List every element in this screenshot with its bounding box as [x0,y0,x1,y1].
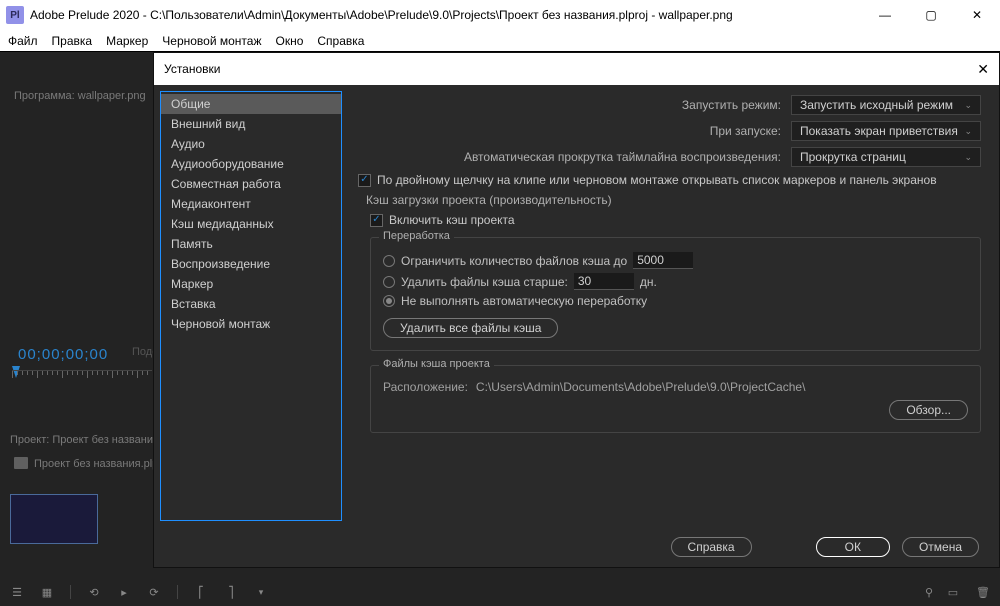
dialog-titlebar: Установки ✕ [154,53,999,85]
chevron-down-icon: ⌄ [964,152,972,163]
scroll-dropdown[interactable]: Прокрутка страниц ⌄ [791,147,981,167]
launch-mode-dropdown[interactable]: Запустить исходный режим ⌄ [791,95,981,115]
prev-icon[interactable]: ⟲ [87,585,101,599]
noauto-label: Не выполнять автоматическую переработку [401,294,647,308]
list-view-icon[interactable]: ☰ [10,585,24,599]
delete-all-button[interactable]: Удалить все файлы кэша [383,318,558,338]
category-list: ОбщиеВнешний видАудиоАудиооборудованиеСо… [160,91,342,521]
cache-section-label: Кэш загрузки проекта (производительность… [366,193,981,207]
app-body: Программа: wallpaper.png онт... ⌕ 00;00;… [0,52,1000,606]
minimize-button[interactable]: — [862,0,908,30]
link-icon[interactable]: ⚲ [922,585,936,599]
next-icon[interactable]: ⟳ [147,585,161,599]
category-item[interactable]: Вставка [161,294,341,314]
dialog-title-text: Установки [164,62,220,76]
timecode-display[interactable]: 00;00;00;00 [18,346,108,363]
ok-button[interactable]: ОК [816,537,890,557]
divider [70,585,71,599]
enable-cache-checkbox[interactable] [370,214,383,227]
dblclick-checkbox[interactable] [358,174,371,187]
browse-button[interactable]: Обзор... [889,400,968,420]
chevron-down-icon: ⌄ [964,126,972,137]
project-panel-label: Проект: Проект без названи [10,434,153,446]
dblclick-label: По двойному щелчку на клипе или черновом… [377,173,937,187]
close-button[interactable]: ✕ [954,0,1000,30]
mark-in-icon[interactable]: ⎡ [194,585,208,599]
limit-label: Ограничить количество файлов кэша до [401,254,627,268]
timeline-ruler[interactable] [12,370,152,384]
older-radio[interactable] [383,276,395,288]
window-title: Adobe Prelude 2020 - C:\Пользователи\Adm… [30,8,862,22]
titlebar: Pl Adobe Prelude 2020 - C:\Пользователи\… [0,0,1000,30]
preferences-dialog: Установки ✕ ОбщиеВнешний видАудиоАудиооб… [153,52,1000,568]
older-unit: дн. [640,275,657,289]
cachefiles-legend: Файлы кэша проекта [379,358,494,370]
category-content: Запустить режим: Запустить исходный режи… [348,85,999,527]
divider [177,585,178,599]
startup-dropdown[interactable]: Показать экран приветствия ⌄ [791,121,981,141]
older-input[interactable] [574,273,634,290]
play-icon[interactable]: ▸ [117,585,131,599]
category-item[interactable]: Кэш медиаданных [161,214,341,234]
help-button[interactable]: Справка [671,537,752,557]
category-item[interactable]: Черновой монтаж [161,314,341,334]
dialog-body: ОбщиеВнешний видАудиоАудиооборудованиеСо… [154,85,999,527]
category-item[interactable]: Аудиооборудование [161,154,341,174]
trash-icon[interactable]: 🗑 [976,585,990,599]
menu-window[interactable]: Окно [276,34,304,48]
mark-out-icon[interactable]: ⎤ [224,585,238,599]
scroll-label: Автоматическая прокрутка таймлайна воспр… [464,150,781,164]
location-value: C:\Users\Admin\Documents\Adobe\Prelude\9… [476,380,806,394]
bin-icon[interactable]: ▭ [946,585,960,599]
category-item[interactable]: Маркер [161,274,341,294]
category-item[interactable]: Внешний вид [161,114,341,134]
menu-help[interactable]: Справка [317,34,364,48]
launch-mode-label: Запустить режим: [682,98,781,112]
location-label: Расположение: [383,380,468,394]
startup-label: При запуске: [710,124,781,138]
recycle-fieldset: Переработка Ограничить количество файлов… [370,237,981,351]
category-item[interactable]: Медиаконтент [161,194,341,214]
category-item[interactable]: Совместная работа [161,174,341,194]
category-item[interactable]: Память [161,234,341,254]
category-item[interactable]: Общие [161,94,341,114]
enable-cache-label: Включить кэш проекта [389,213,515,227]
bottom-toolbar: ☰ ▦ ⟲ ▸ ⟳ ⎡ ⎤ ▾ ⚲ ▭ 🗑 [0,578,1000,606]
dialog-footer: Справка ОК Отмена [154,527,999,567]
thumbnail-view-icon[interactable]: ▦ [40,585,54,599]
launch-mode-value: Запустить исходный режим [800,98,953,112]
scroll-value: Прокрутка страниц [800,150,906,164]
limit-radio[interactable] [383,255,395,267]
program-panel-label: Программа: wallpaper.png [14,90,146,102]
menu-edit[interactable]: Правка [52,34,93,48]
menu-marker[interactable]: Маркер [106,34,148,48]
cachefiles-fieldset: Файлы кэша проекта Расположение: C:\User… [370,365,981,433]
startup-value: Показать экран приветствия [800,124,958,138]
menubar: Файл Правка Маркер Черновой монтаж Окно … [0,30,1000,52]
dialog-close-button[interactable]: ✕ [977,61,989,78]
older-label: Удалить файлы кэша старше: [401,275,568,289]
category-item[interactable]: Воспроизведение [161,254,341,274]
noauto-radio[interactable] [383,295,395,307]
project-file-label[interactable]: Проект без названия.plp [34,458,158,470]
window-controls: — ▢ ✕ [862,0,1000,30]
app-icon: Pl [6,6,24,24]
chevron-down-icon[interactable]: ▾ [254,585,268,599]
menu-roughcut[interactable]: Черновой монтаж [162,34,261,48]
category-item[interactable]: Аудио [161,134,341,154]
maximize-button[interactable]: ▢ [908,0,954,30]
folder-icon [14,457,28,469]
recycle-legend: Переработка [379,230,454,242]
limit-input[interactable] [633,252,693,269]
clip-thumbnail[interactable] [10,494,98,544]
menu-file[interactable]: Файл [8,34,38,48]
chevron-down-icon: ⌄ [964,100,972,111]
cancel-button[interactable]: Отмена [902,537,979,557]
